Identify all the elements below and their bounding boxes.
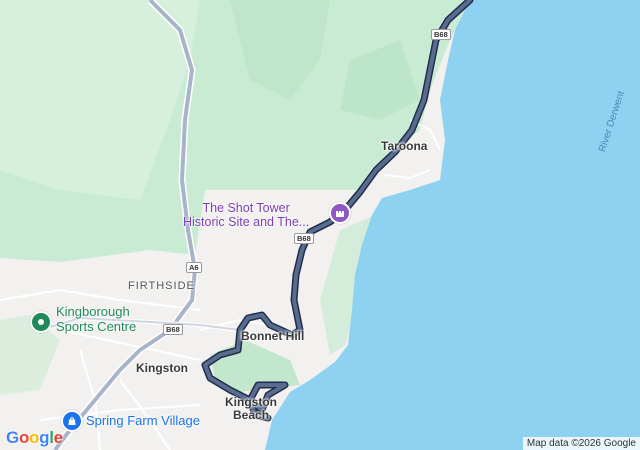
map-pin-landmark-icon[interactable]	[329, 202, 351, 224]
poi-label-kingborough-line2: Sports Centre	[56, 319, 137, 334]
shopping-bag-icon	[68, 417, 76, 425]
map-base-layer	[0, 0, 640, 450]
dot-icon	[38, 319, 44, 325]
poi-label-shot-tower[interactable]: The Shot Tower Historic Site and The...	[183, 201, 309, 229]
map-pin-park-icon[interactable]	[30, 311, 52, 333]
place-label-kingston: Kingston	[136, 361, 188, 375]
google-logo[interactable]: Google	[6, 428, 63, 448]
poi-label-spring-farm-village[interactable]: Spring Farm Village	[86, 413, 200, 428]
route-shield-a6: A6	[186, 262, 202, 273]
map-pin-shopping-icon[interactable]	[61, 410, 83, 432]
place-label-kingston-beach: Kingston Beach	[225, 396, 277, 422]
place-label-bonnet-hill: Bonnet Hill	[241, 329, 305, 343]
place-label-kingston-beach-line2: Beach	[233, 408, 270, 422]
map-canvas[interactable]: B68 B68 B68 A6 Taroona FIRTHSIDE Bonnet …	[0, 0, 640, 450]
route-shield-b68: B68	[294, 233, 314, 244]
google-logo-letter: G	[6, 428, 19, 447]
place-label-firthside: FIRTHSIDE	[128, 280, 195, 292]
poi-label-shot-tower-line1: The Shot Tower	[202, 201, 290, 215]
google-logo-letter: e	[53, 428, 63, 447]
castle-icon	[336, 211, 344, 217]
poi-label-shot-tower-line2: Historic Site and The...	[183, 215, 310, 229]
place-label-taroona: Taroona	[381, 139, 428, 153]
google-logo-letter: o	[29, 428, 40, 447]
map-attribution[interactable]: Map data ©2026 Google	[522, 437, 640, 450]
route-shield-b68: B68	[431, 29, 451, 40]
poi-label-kingborough-line1: Kingborough	[56, 304, 130, 319]
poi-label-kingborough-sports-centre[interactable]: Kingborough Sports Centre	[56, 304, 136, 334]
google-logo-letter: g	[39, 428, 50, 447]
route-shield-b68: B68	[163, 324, 183, 335]
google-logo-letter: o	[18, 428, 30, 447]
